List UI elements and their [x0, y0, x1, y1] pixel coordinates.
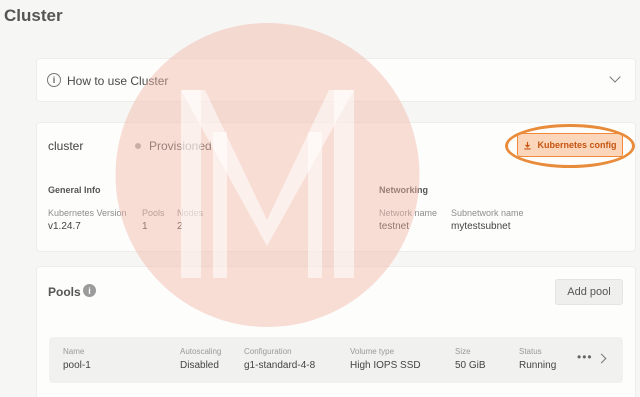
nodes-count-label: Nodes [177, 208, 204, 218]
kubernetes-config-button[interactable]: Kubernetes config [517, 133, 623, 157]
nodes-count-value: 2 [177, 221, 183, 232]
pools-title: Pools [48, 285, 81, 299]
general-info-heading: General Info [48, 185, 101, 195]
chevron-down-icon[interactable] [609, 71, 621, 83]
column-header-autoscaling: Autoscaling [180, 347, 222, 356]
download-icon [524, 141, 532, 150]
subnetwork-name-label: Subnetwork name [451, 208, 524, 218]
status-cell: Running [519, 360, 557, 371]
chevron-right-icon[interactable] [596, 353, 607, 364]
how-to-use-panel[interactable]: i How to use Cluster [36, 58, 636, 102]
column-header-status: Status [519, 347, 542, 356]
size-cell: 50 GiB [455, 360, 486, 371]
kubernetes-version-label: Kubernetes Version [48, 208, 127, 218]
pools-card: Pools i Add pool Name pool-1 Autoscaling… [36, 266, 636, 397]
volume-type-cell: High IOPS SSD [350, 360, 421, 371]
pools-count-value: 1 [142, 221, 148, 232]
configuration-cell: g1-standard-4-8 [244, 360, 316, 371]
how-to-use-label: How to use Cluster [67, 74, 169, 88]
pools-count-label: Pools [142, 208, 165, 218]
subnetwork-name-value: mytestsubnet [451, 221, 511, 232]
cluster-card: cluster Provisioned Kubernetes config Ge… [36, 122, 636, 252]
table-row[interactable]: Name pool-1 Autoscaling Disabled Configu… [49, 337, 623, 383]
info-icon[interactable]: i [83, 284, 96, 297]
kubernetes-config-label: Kubernetes config [537, 140, 617, 150]
page-title: Cluster [4, 6, 63, 25]
networking-heading: Networking [379, 185, 429, 195]
pool-name-cell: pool-1 [63, 360, 91, 371]
info-icon: i [47, 73, 61, 87]
more-icon[interactable]: ••• [577, 350, 593, 364]
status-badge: Provisioned [149, 139, 212, 153]
status-dot-icon [135, 143, 141, 149]
add-pool-button[interactable]: Add pool [555, 279, 623, 305]
column-header-size: Size [455, 347, 471, 356]
network-name-label: Network name [379, 208, 438, 218]
column-header-volume-type: Volume type [350, 347, 395, 356]
column-header-name: Name [63, 347, 85, 356]
kubernetes-version-value: v1.24.7 [48, 221, 81, 232]
cluster-name: cluster [48, 139, 84, 153]
column-header-configuration: Configuration [244, 347, 292, 356]
autoscaling-cell: Disabled [180, 360, 219, 371]
network-name-value: testnet [379, 221, 410, 232]
